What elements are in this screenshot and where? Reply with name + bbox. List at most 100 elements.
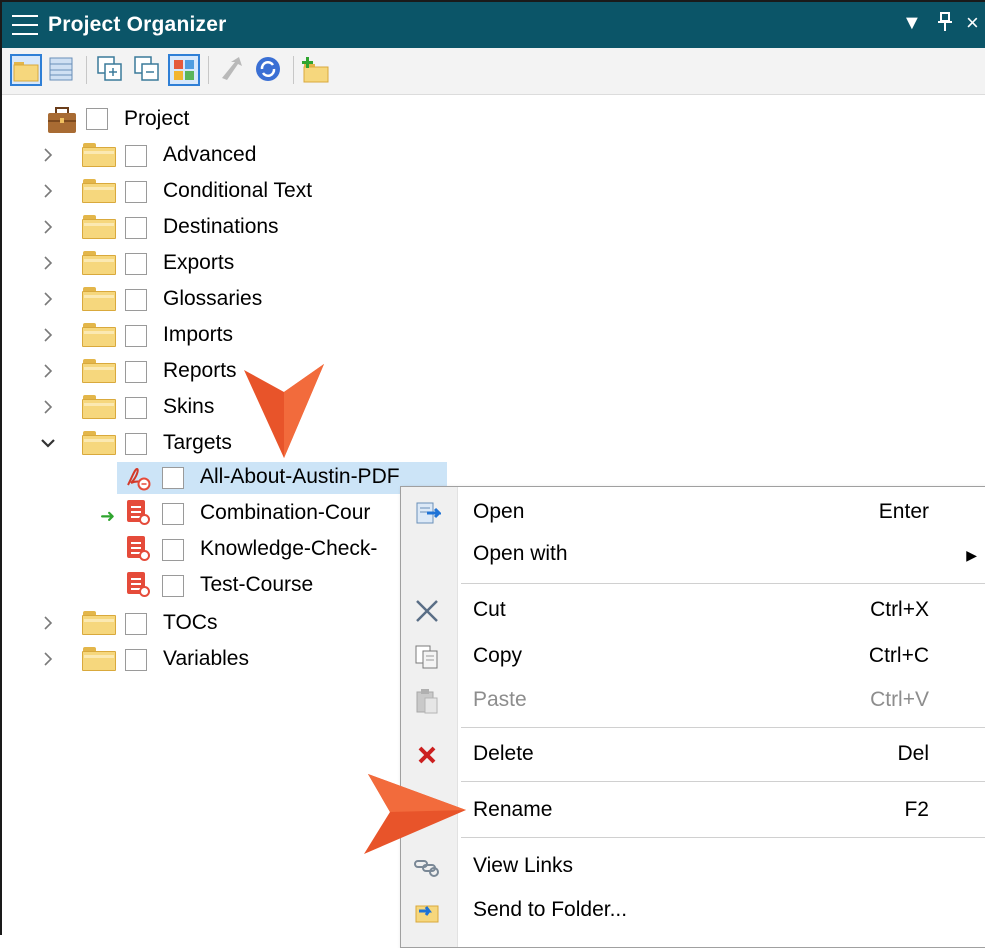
hamburger-menu-icon[interactable] bbox=[12, 15, 38, 35]
chevron-right-icon[interactable] bbox=[38, 650, 58, 670]
show-icons-button[interactable] bbox=[168, 54, 200, 86]
toolbar bbox=[2, 48, 985, 95]
project-checkbox[interactable] bbox=[86, 108, 108, 130]
target-knowledge-check[interactable]: Knowledge-Check- bbox=[200, 536, 377, 562]
upload-button[interactable] bbox=[217, 54, 249, 86]
title-bar: Project Organizer ▼ × bbox=[2, 2, 985, 48]
open-icon bbox=[413, 499, 443, 527]
menu-item-label: Send to Folder... bbox=[473, 898, 628, 921]
menu-item-copy[interactable]: Copy Ctrl+C bbox=[401, 637, 985, 677]
table-icon bbox=[49, 57, 73, 81]
tree-item-label: Advanced bbox=[163, 143, 257, 166]
chevron-right-icon[interactable] bbox=[38, 362, 58, 382]
tree-item-label: Variables bbox=[163, 647, 249, 670]
context-menu: Open Enter Open with ▶ Cut Ctrl+X Copy C… bbox=[400, 486, 985, 948]
delete-icon bbox=[413, 741, 441, 769]
refresh-icon bbox=[256, 57, 280, 81]
open-folder-icon bbox=[82, 431, 116, 455]
tree-item-label: Conditional Text bbox=[163, 179, 313, 202]
menu-item-shortcut: Ctrl+X bbox=[870, 598, 929, 621]
folder-icon bbox=[82, 251, 116, 275]
chevron-right-icon[interactable] bbox=[38, 290, 58, 310]
folder-checkbox[interactable] bbox=[125, 433, 147, 455]
folder-checkbox[interactable] bbox=[125, 613, 147, 635]
menu-item-send-to-folder[interactable]: Send to Folder... bbox=[401, 891, 985, 931]
folder-checkbox[interactable] bbox=[125, 325, 147, 347]
folder-checkbox[interactable] bbox=[125, 649, 147, 671]
submenu-arrow-icon: ▶ bbox=[966, 547, 977, 563]
target-test-course[interactable]: Test-Course bbox=[200, 572, 313, 598]
panel-title: Project Organizer bbox=[48, 13, 227, 36]
folder-checkbox[interactable] bbox=[125, 361, 147, 383]
menu-item-shortcut: Ctrl+C bbox=[868, 644, 929, 667]
close-icon[interactable]: × bbox=[966, 10, 979, 36]
send-to-folder-icon bbox=[413, 897, 441, 925]
target-checkbox[interactable] bbox=[162, 539, 184, 561]
tree-item-label: Targets bbox=[163, 431, 232, 454]
callout-arrow-down-icon bbox=[244, 364, 324, 458]
pdf-target-icon bbox=[125, 465, 151, 491]
tree-item-label: Glossaries bbox=[163, 287, 263, 310]
chevron-right-icon[interactable] bbox=[38, 398, 58, 418]
pin-icon[interactable] bbox=[937, 12, 953, 38]
chevron-right-icon[interactable] bbox=[38, 614, 58, 634]
briefcase-icon bbox=[46, 106, 78, 139]
folder-icon bbox=[82, 647, 116, 671]
dropdown-arrow-icon[interactable]: ▼ bbox=[902, 12, 922, 35]
menu-item-open[interactable]: Open Enter bbox=[401, 493, 985, 533]
folder-checkbox[interactable] bbox=[125, 253, 147, 275]
callout-arrow-right-icon bbox=[364, 774, 466, 854]
chevron-right-icon[interactable] bbox=[38, 218, 58, 238]
menu-separator bbox=[461, 583, 985, 584]
tree-item-label: Exports bbox=[163, 251, 235, 274]
html5-course-target-icon bbox=[125, 500, 150, 526]
folder-view-button[interactable] bbox=[10, 54, 42, 86]
menu-item-open-with[interactable]: Open with ▶ bbox=[401, 535, 985, 575]
tree-root-project[interactable]: Project bbox=[124, 106, 189, 132]
folder-icon bbox=[82, 395, 116, 419]
menu-item-label: Paste bbox=[473, 688, 527, 711]
menu-item-view-links[interactable]: View Links bbox=[401, 847, 985, 887]
html5-course-target-icon bbox=[125, 572, 150, 598]
menu-item-paste[interactable]: Paste Ctrl+V bbox=[401, 681, 985, 721]
list-view-button[interactable] bbox=[46, 54, 78, 86]
menu-item-label: Copy bbox=[473, 644, 523, 667]
menu-item-label: View Links bbox=[473, 854, 573, 877]
target-all-about-austin-pdf[interactable]: All-About-Austin-PDF bbox=[200, 464, 400, 490]
folder-icon bbox=[82, 611, 116, 635]
menu-separator bbox=[461, 781, 985, 782]
refresh-button[interactable] bbox=[253, 54, 285, 86]
menu-item-delete[interactable]: Delete Del bbox=[401, 735, 985, 775]
chevron-right-icon[interactable] bbox=[38, 146, 58, 166]
menu-item-shortcut: Ctrl+V bbox=[870, 688, 929, 711]
menu-item-shortcut: F2 bbox=[904, 798, 929, 821]
folder-checkbox[interactable] bbox=[125, 397, 147, 419]
chevron-right-icon[interactable] bbox=[38, 326, 58, 346]
menu-separator bbox=[461, 837, 985, 838]
tree-item-label: Skins bbox=[163, 395, 215, 418]
folder-icon bbox=[82, 179, 116, 203]
folder-checkbox[interactable] bbox=[125, 289, 147, 311]
expand-all-button[interactable] bbox=[95, 54, 127, 86]
chevron-right-icon[interactable] bbox=[38, 182, 58, 202]
folder-checkbox[interactable] bbox=[125, 181, 147, 203]
folder-checkbox[interactable] bbox=[125, 145, 147, 167]
new-folder-button[interactable] bbox=[300, 54, 332, 86]
target-checkbox[interactable] bbox=[162, 503, 184, 525]
html5-course-target-icon bbox=[125, 536, 150, 562]
folder-checkbox[interactable] bbox=[125, 217, 147, 239]
collapse-all-button[interactable] bbox=[132, 54, 164, 86]
toolbar-separator bbox=[86, 56, 87, 84]
folder-icon bbox=[82, 215, 116, 239]
tree-item-label: Imports bbox=[163, 323, 234, 346]
target-checkbox[interactable] bbox=[162, 467, 184, 489]
menu-item-rename[interactable]: Rename F2 bbox=[401, 791, 985, 831]
target-combination-course[interactable]: Combination-Cour bbox=[200, 500, 370, 526]
chevron-right-icon[interactable] bbox=[38, 254, 58, 274]
new-folder-icon bbox=[302, 57, 329, 83]
folder-icon bbox=[82, 359, 116, 383]
menu-item-cut[interactable]: Cut Ctrl+X bbox=[401, 591, 985, 631]
target-checkbox[interactable] bbox=[162, 575, 184, 597]
menu-item-label: Rename bbox=[473, 798, 553, 821]
chevron-down-icon[interactable] bbox=[38, 434, 58, 454]
